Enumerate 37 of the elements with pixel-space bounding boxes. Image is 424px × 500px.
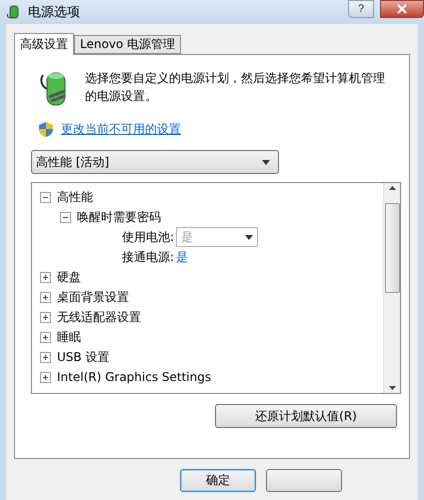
caret-icon bbox=[262, 160, 270, 164]
close-button[interactable] bbox=[380, 0, 424, 18]
tab[interactable]: 高级设置 bbox=[14, 33, 74, 55]
tree-item[interactable]: Intel(R) Graphics Settings bbox=[57, 370, 212, 384]
expand-icon[interactable] bbox=[40, 292, 51, 302]
shield-icon bbox=[39, 122, 53, 137]
setting-label: 使用电池: bbox=[122, 228, 174, 246]
setting-label: 接通电源: bbox=[122, 248, 174, 266]
scroll-down-icon[interactable] bbox=[388, 386, 396, 390]
scrollbar[interactable] bbox=[383, 183, 400, 393]
expand-icon[interactable] bbox=[40, 312, 51, 322]
collapse-icon[interactable] bbox=[40, 192, 51, 202]
expand-icon[interactable] bbox=[40, 272, 51, 282]
setting-value-link[interactable]: 是 bbox=[176, 248, 188, 266]
plan-dropdown[interactable]: 高性能 [活动] bbox=[31, 150, 279, 174]
expand-icon[interactable] bbox=[40, 352, 51, 362]
help-button[interactable]: ? bbox=[348, 0, 374, 18]
tree-item[interactable]: USB 设置 bbox=[57, 348, 110, 366]
restore-defaults-button[interactable]: 还原计划默认值(R) bbox=[215, 404, 397, 428]
window-title: 电源选项 bbox=[28, 4, 81, 21]
ok-button[interactable]: 确定 bbox=[180, 469, 256, 492]
tree-item[interactable]: 硬盘 bbox=[57, 268, 81, 286]
tree-item[interactable]: 唤醒时需要密码 bbox=[77, 208, 161, 226]
collapse-icon[interactable] bbox=[60, 212, 71, 222]
caret-icon bbox=[245, 234, 254, 240]
tree-item[interactable]: 无线适配器设置 bbox=[57, 308, 141, 326]
description-text: 选择您要自定义的电源计划，然后选择您希望计算机管理的电源设置。 bbox=[85, 70, 385, 105]
tab[interactable]: Lenovo 电源管理 bbox=[74, 35, 182, 54]
close-icon bbox=[397, 4, 407, 14]
cancel-button[interactable] bbox=[266, 469, 342, 492]
tree-item[interactable]: 高性能 bbox=[57, 188, 93, 206]
scroll-up-icon[interactable] bbox=[388, 186, 396, 190]
tree-item[interactable]: 睡眠 bbox=[57, 328, 81, 346]
change-settings-link[interactable]: 更改当前不可用的设置 bbox=[61, 121, 181, 138]
expand-icon[interactable] bbox=[40, 372, 51, 382]
expand-icon[interactable] bbox=[40, 332, 51, 342]
tree-item[interactable]: 桌面背景设置 bbox=[57, 288, 129, 306]
